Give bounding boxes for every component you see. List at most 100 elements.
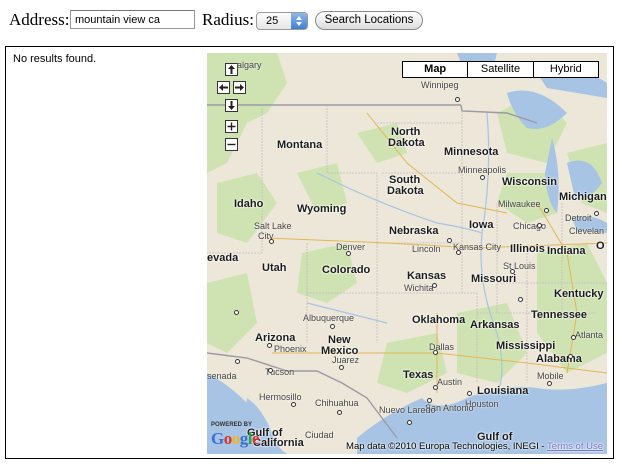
city-marker [456,250,461,255]
city-marker [537,223,542,228]
label-illinois: Illinois [510,243,545,255]
zoom-out-button[interactable] [225,138,238,151]
city-marker [330,324,335,329]
city-marker [337,410,342,415]
city-denver: Denver [336,242,366,252]
label-nevada: evada [207,252,239,264]
label-nebraska: Nebraska [389,225,439,237]
address-label: Address: [9,10,70,29]
label-ohio: O [596,240,605,252]
arrow-down-icon [228,101,235,110]
minus-icon [227,143,236,146]
label-louisiana: Louisiana [477,385,529,397]
city-lincoln: Lincoln [412,244,441,254]
map-type-hybrid-button[interactable]: Hybrid [532,62,598,77]
city-juarez: Juarez [332,355,360,365]
pan-left-button[interactable] [217,81,230,94]
radius-label: Radius: [202,10,254,29]
map-type-control: Map Satellite Hybrid [402,61,599,78]
label-arizona: Arizona [255,332,296,344]
attribution-text: Map data ©2010 Europa Technologies, INEG… [346,441,545,452]
city-marker [480,175,485,180]
label-south-dakota-2: Dakota [387,185,424,197]
city-marker [547,381,552,386]
logo-powered-by: POWERED BY [211,422,253,428]
label-mississippi: Mississippi [496,340,556,352]
label-missouri: Missouri [471,273,517,285]
city-minneapolis: Minneapolis [458,165,507,175]
logo-word: Google [211,429,260,448]
pan-right-button[interactable] [233,81,246,94]
city-st-louis: St Louis [503,261,536,271]
city-marker [568,354,573,359]
city-marker [594,211,599,216]
label-north-dakota-2: Dakota [388,137,425,149]
search-locations-button[interactable]: Search Locations [315,11,423,30]
city-marker [467,391,472,396]
label-kansas: Kansas [407,270,447,282]
no-results-message: No results found. [13,53,97,65]
city-marker [433,385,438,390]
city-wichita: Wichita [404,283,434,293]
city-marker [571,335,576,340]
map-type-map-button[interactable]: Map [403,62,468,77]
label-wyoming: Wyoming [297,203,347,215]
city-marker [432,283,437,288]
city-marker [455,97,460,102]
map-attribution: Map data ©2010 Europa Technologies, INEG… [346,441,603,452]
city-calgary: algary [237,60,262,70]
city-marker [291,402,296,407]
city-marker [339,365,344,370]
city-mobile: Mobile [537,371,564,381]
map-type-satellite-button[interactable]: Satellite [467,62,533,77]
select-arrows-icon [291,13,307,29]
label-alabama: Alabama [536,353,582,365]
city-albuquerque: Albuquerque [303,313,355,323]
city-milwaukee: Milwaukee [498,199,541,209]
city-marker [268,368,273,373]
radius-select[interactable]: 25 [256,12,308,30]
city-marker [235,359,240,364]
label-wisconsin: Wisconsin [502,176,557,188]
city-ciudad: Ciudad [305,430,334,440]
city-ensenada: senada [207,371,237,381]
map-view[interactable]: Map Satellite Hybrid Montana North Dakot… [207,53,607,454]
arrow-left-icon [219,84,228,91]
google-logo[interactable]: POWERED BY Google [211,422,260,450]
city-marker [269,239,274,244]
label-iowa: Iowa [469,219,494,231]
city-salt-lake: Salt Lake [254,221,292,231]
city-chihuahua: Chihuahua [315,398,359,408]
label-kentucky: Kentucky [554,288,604,300]
pan-down-button[interactable] [225,99,238,112]
plus-icon [227,122,236,131]
city-marker [407,420,412,425]
label-arkansas: Arkansas [470,319,520,331]
terms-of-use-link[interactable]: Terms of Use [547,441,603,452]
label-colorado: Colorado [322,264,371,276]
city-marker [234,310,239,315]
city-cleveland: Clevelan [569,226,605,236]
label-gulf-of-california-2: California [253,437,304,449]
arrow-right-icon [235,84,244,91]
address-input[interactable] [70,10,195,29]
city-marker [544,208,549,213]
search-form: Address: Radius: 25 Search Locations [0,0,619,44]
arrow-up-icon [228,65,235,74]
label-tennessee: Tennessee [531,309,588,321]
city-marker [427,398,432,403]
city-marker [510,269,515,274]
city-marker [433,350,438,355]
city-detroit: Detroit [565,213,592,223]
city-hermosillo: Hermosillo [259,392,302,402]
label-montana: Montana [277,139,323,151]
label-michigan: Michigan [559,191,607,203]
city-phoenix: Phoenix [274,344,307,354]
label-utah: Utah [262,262,287,274]
city-austin: Austin [437,377,463,387]
zoom-in-button[interactable] [225,120,238,133]
label-oklahoma: Oklahoma [412,314,466,326]
label-minnesota: Minnesota [444,146,499,158]
city-nuevo-laredo: Nuevo Laredo [379,405,436,415]
label-indiana: Indiana [547,245,586,257]
